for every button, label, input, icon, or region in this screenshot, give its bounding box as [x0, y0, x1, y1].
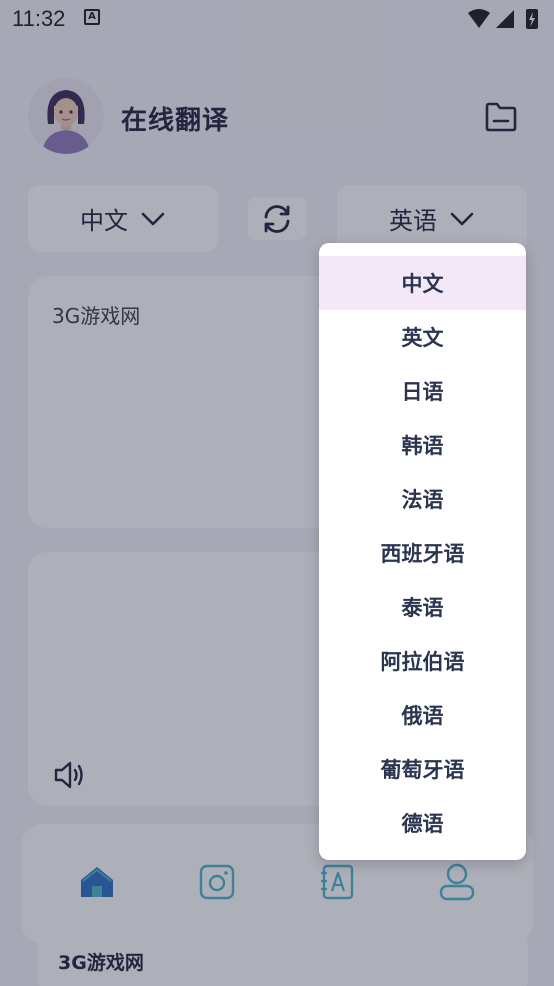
dropdown-option-russian[interactable]: 俄语	[319, 688, 526, 742]
app-screen: 11:32 A 在线翻译 中文 英语 3G游戏网 3G游戏网 中文 英文 日语 …	[0, 0, 554, 986]
dropdown-option-arabic[interactable]: 阿拉伯语	[319, 634, 526, 688]
dropdown-option-thai[interactable]: 泰语	[319, 580, 526, 634]
dropdown-option-spanish[interactable]: 西班牙语	[319, 526, 526, 580]
dropdown-option-english[interactable]: 英文	[319, 310, 526, 364]
dropdown-option-german[interactable]: 德语	[319, 796, 526, 850]
language-dropdown-menu: 中文 英文 日语 韩语 法语 西班牙语 泰语 阿拉伯语 俄语 葡萄牙语 德语	[319, 243, 526, 860]
dropdown-option-chinese[interactable]: 中文	[319, 256, 526, 310]
dropdown-option-korean[interactable]: 韩语	[319, 418, 526, 472]
dropdown-option-french[interactable]: 法语	[319, 472, 526, 526]
dropdown-option-portuguese[interactable]: 葡萄牙语	[319, 742, 526, 796]
dropdown-option-japanese[interactable]: 日语	[319, 364, 526, 418]
